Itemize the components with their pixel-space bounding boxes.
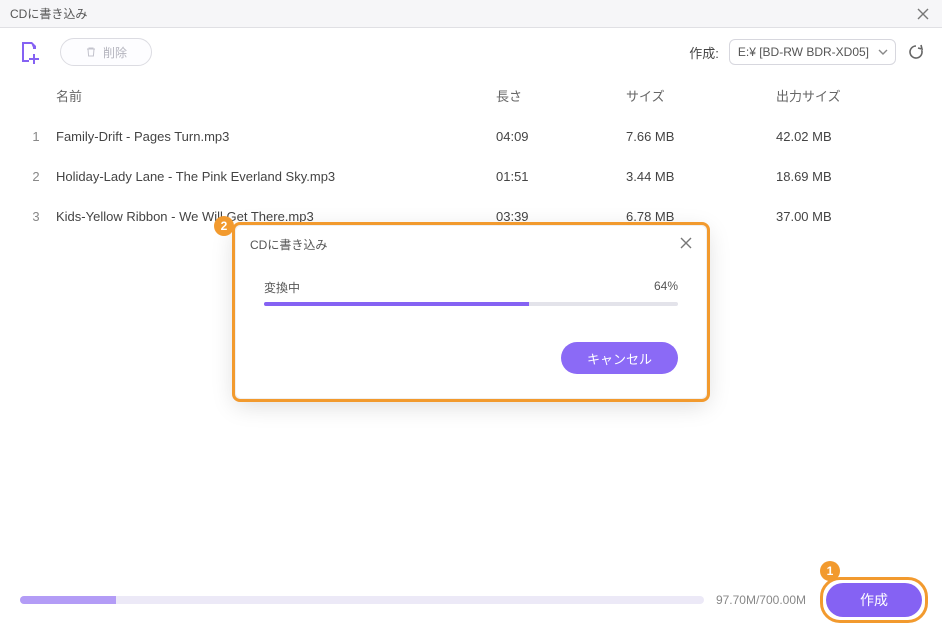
- burn-cd-window: CDに書き込み 削除 作成: E:¥ [BD-RW BDR-XD05]: [0, 0, 942, 635]
- refresh-button[interactable]: [906, 42, 926, 62]
- delete-label: 削除: [103, 44, 127, 61]
- drive-select-value: E:¥ [BD-RW BDR-XD05]: [738, 45, 869, 59]
- dialog-close-button[interactable]: [680, 237, 692, 252]
- col-length-header: 長さ: [496, 86, 626, 105]
- capacity-bar: [20, 596, 704, 604]
- capacity-text: 97.70M/700.00M: [716, 593, 806, 607]
- dialog-title: CDに書き込み: [250, 236, 327, 253]
- table-row[interactable]: 2 Holiday-Lady Lane - The Pink Everland …: [16, 156, 926, 196]
- table-header-row: 名前 長さ サイズ 出力サイズ: [16, 76, 926, 116]
- window-close-button[interactable]: [914, 5, 932, 23]
- drive-select[interactable]: E:¥ [BD-RW BDR-XD05]: [729, 39, 896, 65]
- table-row[interactable]: 1 Family-Drift - Pages Turn.mp3 04:09 7.…: [16, 116, 926, 156]
- progress-status-label: 変換中: [264, 279, 300, 296]
- burn-progress-dialog: 2 CDに書き込み 変換中 64% キャンセル: [235, 225, 707, 399]
- cancel-button[interactable]: キャンセル: [561, 342, 678, 374]
- annotation-badge-1: 1: [820, 561, 840, 581]
- chevron-down-icon: [877, 46, 889, 58]
- footer: 97.70M/700.00M 作成 1: [0, 573, 942, 635]
- titlebar: CDに書き込み: [0, 0, 942, 28]
- col-size-header: サイズ: [626, 86, 776, 105]
- annotation-badge-2: 2: [214, 216, 234, 236]
- create-to-label: 作成:: [689, 43, 719, 62]
- col-name-header: 名前: [56, 86, 496, 105]
- close-icon: [680, 237, 692, 249]
- progress-percent-label: 64%: [654, 279, 678, 296]
- create-button[interactable]: 作成: [826, 583, 922, 617]
- toolbar: 削除 作成: E:¥ [BD-RW BDR-XD05]: [0, 28, 942, 76]
- window-title: CDに書き込み: [10, 5, 87, 22]
- trash-icon: [85, 46, 97, 58]
- add-file-button[interactable]: [16, 38, 44, 66]
- progress-bar: [264, 302, 678, 306]
- delete-button[interactable]: 削除: [60, 38, 152, 66]
- col-output-header: 出力サイズ: [776, 86, 926, 105]
